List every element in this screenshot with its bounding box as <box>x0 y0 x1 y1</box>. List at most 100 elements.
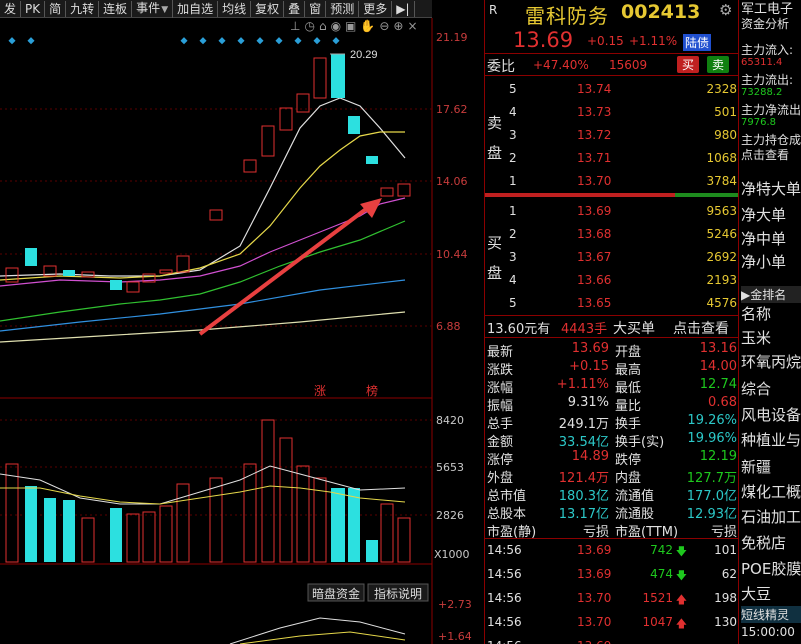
chart-toolbar: 发 PK 简 九转 连板 事件▼ 加自选 均线 复权 叠 窗 预测 更多 ▶| <box>0 0 432 18</box>
toolbar-fa[interactable]: 发 <box>0 0 22 17</box>
market-tag: R <box>489 3 498 17</box>
net-large-order[interactable]: 净大单 <box>741 204 786 225</box>
stats-row: 总手 249.1万 换手 19.26% <box>485 411 739 432</box>
net-medium-order[interactable]: 净中单 <box>741 228 786 249</box>
sector-item[interactable]: 石油加工 <box>741 506 801 527</box>
net-small-order[interactable]: 净小单 <box>741 251 786 272</box>
big-order-vol: 4443手 <box>561 322 608 337</box>
bid-row[interactable]: 5 13.65 4576 <box>485 294 739 312</box>
sector-item[interactable]: 煤化工概 <box>741 481 801 502</box>
stat-value: 12.19 <box>699 449 737 464</box>
main-net-outflow-label: 主力净流出 <box>741 103 801 117</box>
tick-volume: 474 <box>650 567 673 581</box>
tick-count: 130 <box>714 615 737 629</box>
ask-row[interactable]: 5 13.74 2328 <box>485 80 739 98</box>
weibi-value: +47.40% <box>533 58 589 72</box>
volume-unit: X1000 <box>434 548 470 561</box>
bid-row[interactable]: 2 13.68 5246 <box>485 225 739 243</box>
quote-panel: R 雷科防务 002413 ⚙ 13.69 +0.15 +1.11% 陆债 委比… <box>484 0 739 644</box>
chevron-down-icon: ▼ <box>161 4 169 15</box>
high-price-label: 20.29 <box>350 49 378 61</box>
stat-value: +0.15 <box>569 359 609 374</box>
price-change: +0.15 <box>587 34 624 48</box>
sell-button[interactable]: 卖 <box>707 56 730 73</box>
toolbar-forecast[interactable]: 预测 <box>326 0 360 17</box>
short-term-wizard-tab[interactable]: 短线精灵 <box>741 606 801 623</box>
click-view-link[interactable]: 点击查看 <box>741 146 789 163</box>
bid-row[interactable]: 1 13.69 9563 <box>485 202 739 220</box>
sector-item[interactable]: 环氧丙烷 <box>741 351 801 372</box>
big-order-label: 大买单 <box>613 321 655 337</box>
stat-value: 13.69 <box>571 341 609 356</box>
stat-value: 12.74 <box>699 377 737 392</box>
tick-row: 14:56 13.70 1521 🡅 198 <box>485 589 739 607</box>
dark-pool-button[interactable]: 暗盘资金 <box>312 586 360 601</box>
stats-row: 总市值 180.3亿 流通值 177.0亿 <box>485 483 739 504</box>
net-xl-order[interactable]: 净特大单 <box>741 178 801 199</box>
marker-bang: 榜 <box>366 383 378 398</box>
toolbar-add-watchlist[interactable]: 加自选 <box>173 0 219 17</box>
sector-item[interactable]: 风电设备 <box>741 404 801 425</box>
tick-time: 14:56 <box>487 639 522 644</box>
toolbar-more[interactable]: 更多 <box>359 0 393 17</box>
sector-item[interactable]: 免税店 <box>741 532 786 553</box>
gear-icon[interactable]: ⚙ <box>719 1 732 19</box>
ask-row[interactable]: 3 13.72 980 <box>485 126 739 144</box>
indicator-help-button[interactable]: 指标说明 <box>374 586 422 601</box>
toolbar-jian[interactable]: 简 <box>45 0 67 17</box>
tick-volume: 1047 <box>642 615 673 629</box>
big-order-link[interactable]: 点击查看 <box>673 318 729 338</box>
sector-item[interactable]: 大豆 <box>741 583 771 604</box>
ask-row[interactable]: 4 13.73 501 <box>485 103 739 121</box>
stats-row: 振幅 9.31% 量比 0.68 <box>485 393 739 414</box>
axis-label: 17.62 <box>436 103 468 116</box>
stats-row: 金额 33.54亿 换手(实) 19.96% <box>485 429 739 450</box>
tick-time: 14:56 <box>487 567 522 581</box>
toolbar-overlay[interactable]: 叠 <box>284 0 306 17</box>
toolbar-ma[interactable]: 均线 <box>218 0 252 17</box>
buy-button[interactable]: 买 <box>677 56 700 73</box>
volume-axis-label: 2826 <box>436 509 464 522</box>
tick-price: 13.69 <box>577 639 611 644</box>
toolbar-jiuzhuan[interactable]: 九转 <box>66 0 100 17</box>
toolbar-lianban[interactable]: 连板 <box>99 0 133 17</box>
toolbar-window[interactable]: 窗 <box>305 0 327 17</box>
bid-row[interactable]: 4 13.66 2193 <box>485 271 739 289</box>
axis-label: 14.06 <box>436 175 468 188</box>
bid-row[interactable]: 3 13.67 2692 <box>485 248 739 266</box>
ask-row[interactable]: 2 13.71 1068 <box>485 149 739 167</box>
tick-time: 14:56 <box>487 615 522 629</box>
kline-chart[interactable]: 20.29 涨 榜 暗盘资金 指标说明 <box>0 18 484 644</box>
sector-item[interactable]: 玉米 <box>741 327 771 348</box>
main-inflow-label: 主力流入: <box>741 43 794 57</box>
stats-row: 最新 13.69 开盘 13.16 <box>485 339 739 360</box>
toolbar-adjust[interactable]: 复权 <box>251 0 285 17</box>
fund-analysis-link[interactable]: 资金分析 <box>741 15 789 32</box>
exchange-tag[interactable]: 陆债 <box>683 34 712 51</box>
sector-item[interactable]: 新疆 <box>741 456 771 477</box>
axis-label: 21.19 <box>436 31 468 44</box>
stat-value: 13.16 <box>699 341 737 356</box>
ask-row[interactable]: 1 13.70 3784 <box>485 172 739 190</box>
axis-label: 10.44 <box>436 248 468 261</box>
toolbar-events[interactable]: 事件▼ <box>132 0 174 18</box>
sector-item[interactable]: 综合 <box>741 378 771 399</box>
sector-item[interactable]: 种植业与 <box>741 429 801 450</box>
ranking-tab-label: 金排名 <box>750 288 787 302</box>
tick-price: 13.70 <box>577 591 612 605</box>
expand-button[interactable]: ▶| <box>392 0 415 17</box>
tick-time: 14:56 <box>487 591 522 605</box>
tick-count: 101 <box>714 543 737 557</box>
arrow-down-icon: 🡇 <box>675 545 687 558</box>
ranking-tab[interactable]: ▶金排名 <box>741 286 801 303</box>
arrow-up-icon: 🡅 <box>675 593 687 606</box>
stat-value: 0.68 <box>708 395 737 410</box>
sector-item[interactable]: POE胶膜 <box>741 558 801 579</box>
stat-value: 19.96% <box>687 431 737 446</box>
stats-row: 市盈(静) 亏损 市盈(TTM) 亏损 <box>485 519 739 540</box>
tick-row: 14:56 13.69 474 🡇 62 <box>485 565 739 583</box>
toolbar-pk[interactable]: PK <box>21 0 46 17</box>
wizard-time: 15:00:00 <box>741 625 795 639</box>
name-header: 名称 <box>741 305 772 323</box>
stat-value: +1.11% <box>556 377 609 392</box>
